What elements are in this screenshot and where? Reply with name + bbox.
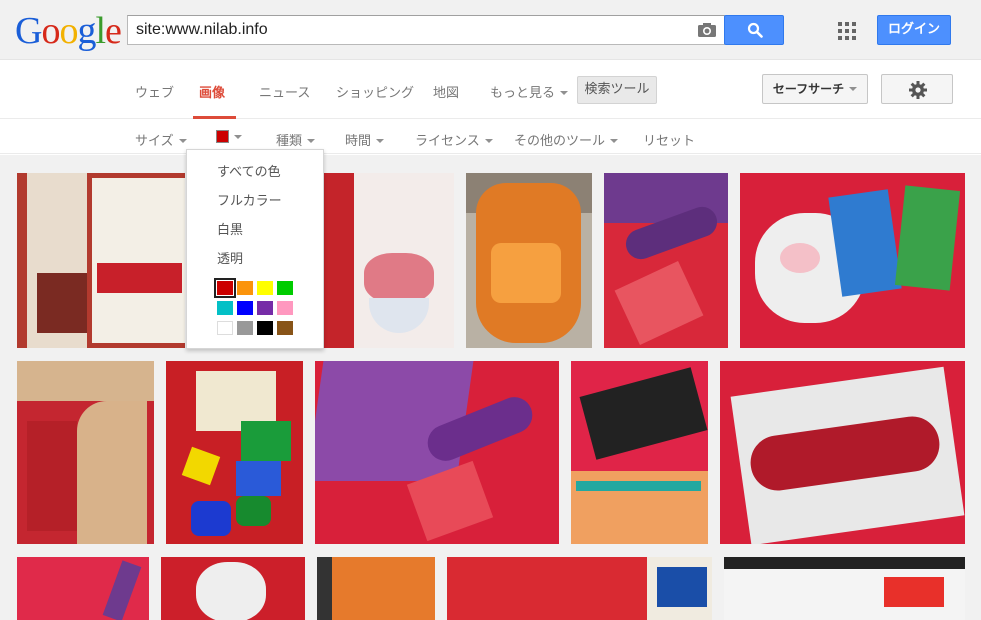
image-result[interactable] (161, 557, 305, 620)
safesearch-label: セーフサーチ (772, 82, 845, 96)
tool-license-label: ライセンス (415, 134, 480, 149)
image-result[interactable] (720, 361, 965, 544)
search-nav: ウェブ 画像 ニュース ショッピング 地図 もっと見る 検索ツール セーフサーチ (0, 61, 981, 119)
search-tools-button[interactable]: 検索ツール (577, 76, 657, 104)
tab-web[interactable]: ウェブ (135, 82, 174, 101)
image-result[interactable] (604, 173, 728, 348)
tool-license[interactable]: ライセンス (415, 130, 493, 149)
color-swatch-green[interactable] (277, 281, 293, 295)
tool-reset[interactable]: リセット (643, 130, 695, 149)
color-swatch-yellow[interactable] (257, 281, 273, 295)
active-tab-indicator (193, 116, 236, 119)
color-swatch-red[interactable] (214, 278, 236, 298)
tool-color[interactable] (216, 130, 242, 145)
image-result[interactable] (447, 557, 712, 620)
chevron-down-icon (376, 139, 385, 143)
image-result[interactable] (724, 557, 965, 620)
chevron-down-icon (484, 139, 493, 143)
color-option-transparent[interactable]: 透明 (217, 248, 243, 267)
tab-images[interactable]: 画像 (199, 82, 225, 101)
login-button[interactable]: ログイン (877, 15, 951, 45)
color-swatch-teal[interactable] (217, 301, 233, 315)
tool-other-label: その他のツール (514, 134, 606, 149)
tool-time[interactable]: 時間 (345, 130, 385, 149)
image-result[interactable] (571, 361, 708, 544)
color-option-bw[interactable]: 白黒 (217, 219, 243, 238)
tool-size[interactable]: サイズ (135, 130, 187, 149)
chevron-down-icon (610, 139, 619, 143)
tab-more[interactable]: もっと見る (490, 82, 569, 101)
chevron-down-icon (234, 135, 242, 139)
image-result[interactable] (324, 173, 454, 348)
tool-type[interactable]: 種類 (276, 130, 316, 149)
image-result[interactable] (17, 557, 149, 620)
apps-grid-icon[interactable] (838, 22, 856, 40)
google-logo[interactable]: Google (15, 11, 122, 51)
tool-type-label: 種類 (276, 134, 303, 149)
color-option-full[interactable]: フルカラー (217, 190, 282, 209)
search-tools-row: サイズ 種類 時間 ライセンス その他のツール リセット (0, 120, 981, 154)
image-result[interactable] (317, 557, 435, 620)
top-bar: Google ログイン (0, 0, 981, 60)
tab-more-label: もっと見る (490, 86, 556, 101)
color-swatch-brown[interactable] (277, 321, 293, 335)
image-result[interactable] (466, 173, 592, 348)
chevron-down-icon (307, 139, 316, 143)
selected-color-swatch (216, 130, 229, 143)
tab-maps[interactable]: 地図 (433, 82, 459, 101)
chevron-down-icon (178, 139, 187, 143)
color-swatch-white[interactable] (217, 321, 233, 335)
gear-icon (909, 81, 927, 99)
settings-button[interactable] (881, 74, 953, 104)
search-box (127, 15, 725, 45)
safesearch-button[interactable]: セーフサーチ (762, 74, 868, 104)
tab-shopping[interactable]: ショッピング (336, 82, 414, 101)
search-input[interactable] (136, 20, 686, 40)
color-option-all[interactable]: すべての色 (217, 161, 281, 180)
color-swatch-pink[interactable] (277, 301, 293, 315)
image-result[interactable] (17, 361, 154, 544)
color-swatch-black[interactable] (257, 321, 273, 335)
color-swatch-purple[interactable] (257, 301, 273, 315)
image-results (0, 155, 981, 620)
image-result[interactable] (166, 361, 303, 544)
color-swatch-blue[interactable] (237, 301, 253, 315)
tool-time-label: 時間 (345, 134, 372, 149)
tab-news[interactable]: ニュース (259, 82, 310, 101)
color-menu: すべての色 フルカラー 白黒 透明 (186, 149, 324, 349)
chevron-down-icon (849, 87, 858, 91)
tool-size-label: サイズ (135, 134, 174, 149)
chevron-down-icon (560, 91, 569, 95)
image-result[interactable] (17, 173, 185, 348)
image-result[interactable] (740, 173, 965, 348)
camera-icon[interactable] (698, 23, 716, 37)
color-swatch-orange[interactable] (237, 281, 253, 295)
color-swatch-gray[interactable] (237, 321, 253, 335)
search-button[interactable] (724, 15, 784, 45)
search-icon (747, 22, 763, 38)
image-result[interactable] (315, 361, 559, 544)
tool-other[interactable]: その他のツール (514, 130, 619, 149)
